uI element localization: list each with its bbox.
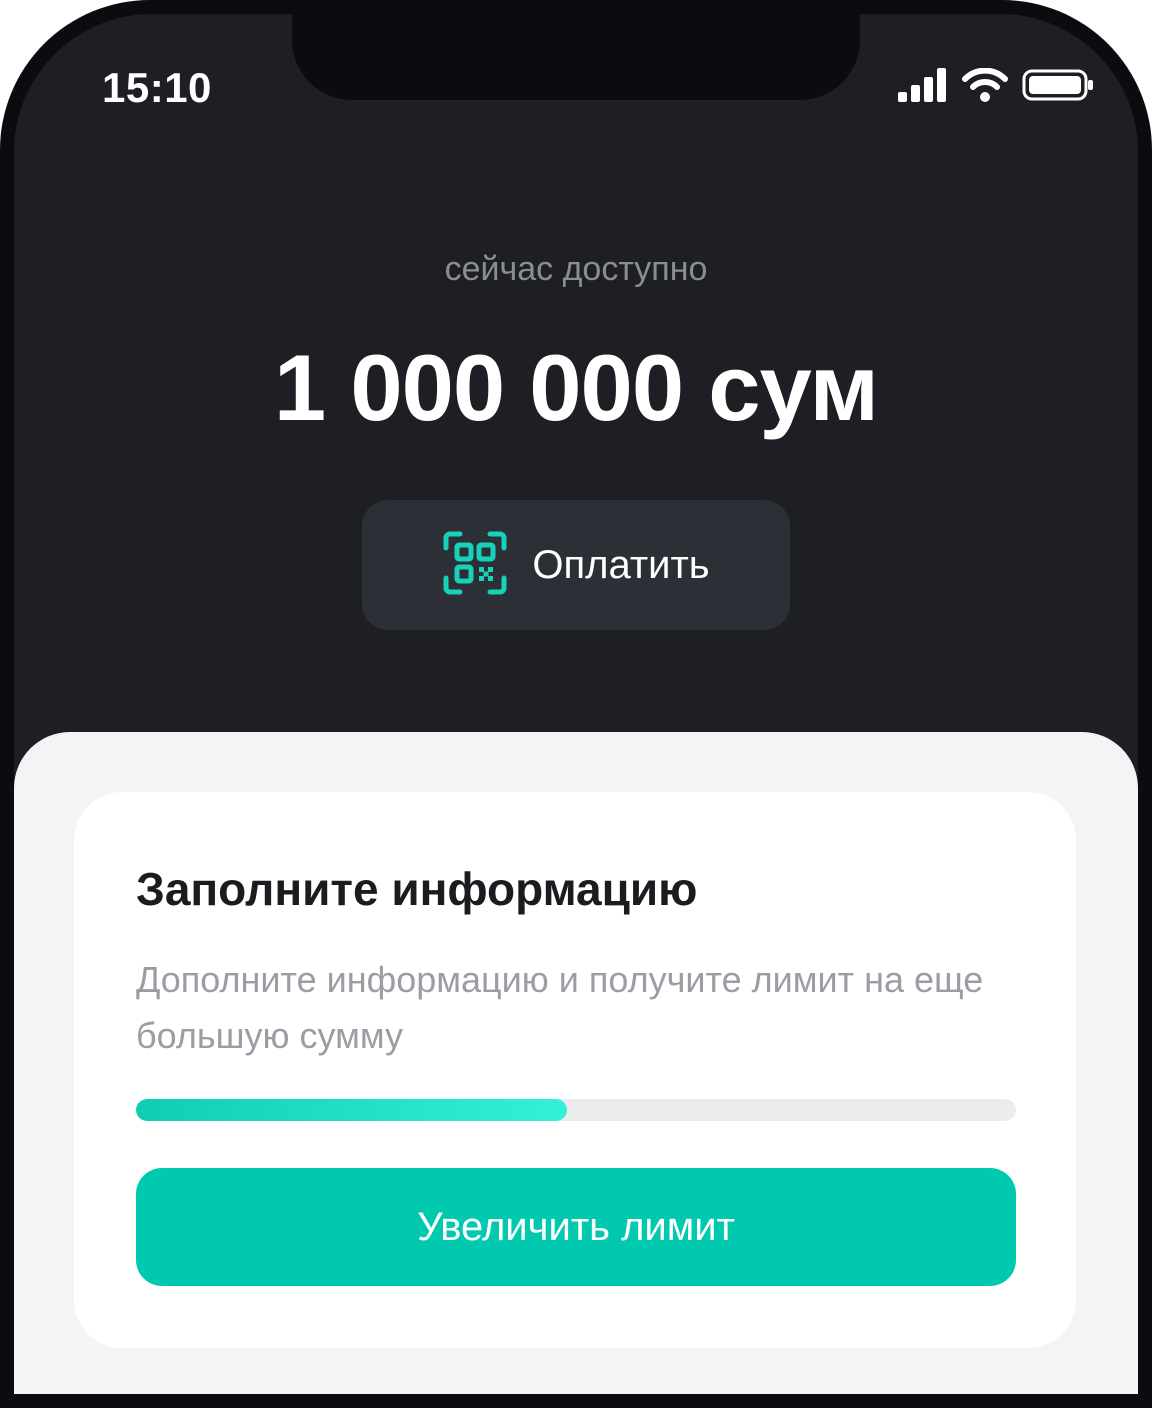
info-card: Заполните информацию Дополните информаци…	[74, 792, 1076, 1348]
pay-button[interactable]: Оплатить	[362, 500, 790, 630]
screen: 15:10 сейчас доступно 1 000 000 сум Опла…	[14, 14, 1138, 1394]
signal-icon	[898, 68, 948, 107]
card-title: Заполните информацию	[136, 863, 698, 915]
increase-limit-button[interactable]: Увеличить лимит	[136, 1168, 1016, 1286]
notch	[292, 14, 860, 100]
progress-fill	[136, 1099, 568, 1121]
balance-amount: 1 000 000 сум	[273, 335, 879, 440]
wifi-icon	[962, 67, 1008, 107]
battery-icon	[1022, 68, 1094, 107]
card-description: Дополните информацию и получите лимит на…	[136, 959, 984, 1056]
progress-bar	[136, 1099, 1016, 1121]
pay-button-label: Оплатить	[532, 542, 710, 587]
status-icons	[898, 67, 1094, 107]
status-time: 15:10	[102, 64, 212, 111]
qr-code-icon	[442, 530, 508, 601]
phone-frame: 15:10 сейчас доступно 1 000 000 сум Опла…	[0, 0, 1152, 1408]
bottom-sheet: Заполните информацию Дополните информаци…	[14, 732, 1138, 1394]
balance-caption: сейчас доступно	[444, 250, 708, 288]
